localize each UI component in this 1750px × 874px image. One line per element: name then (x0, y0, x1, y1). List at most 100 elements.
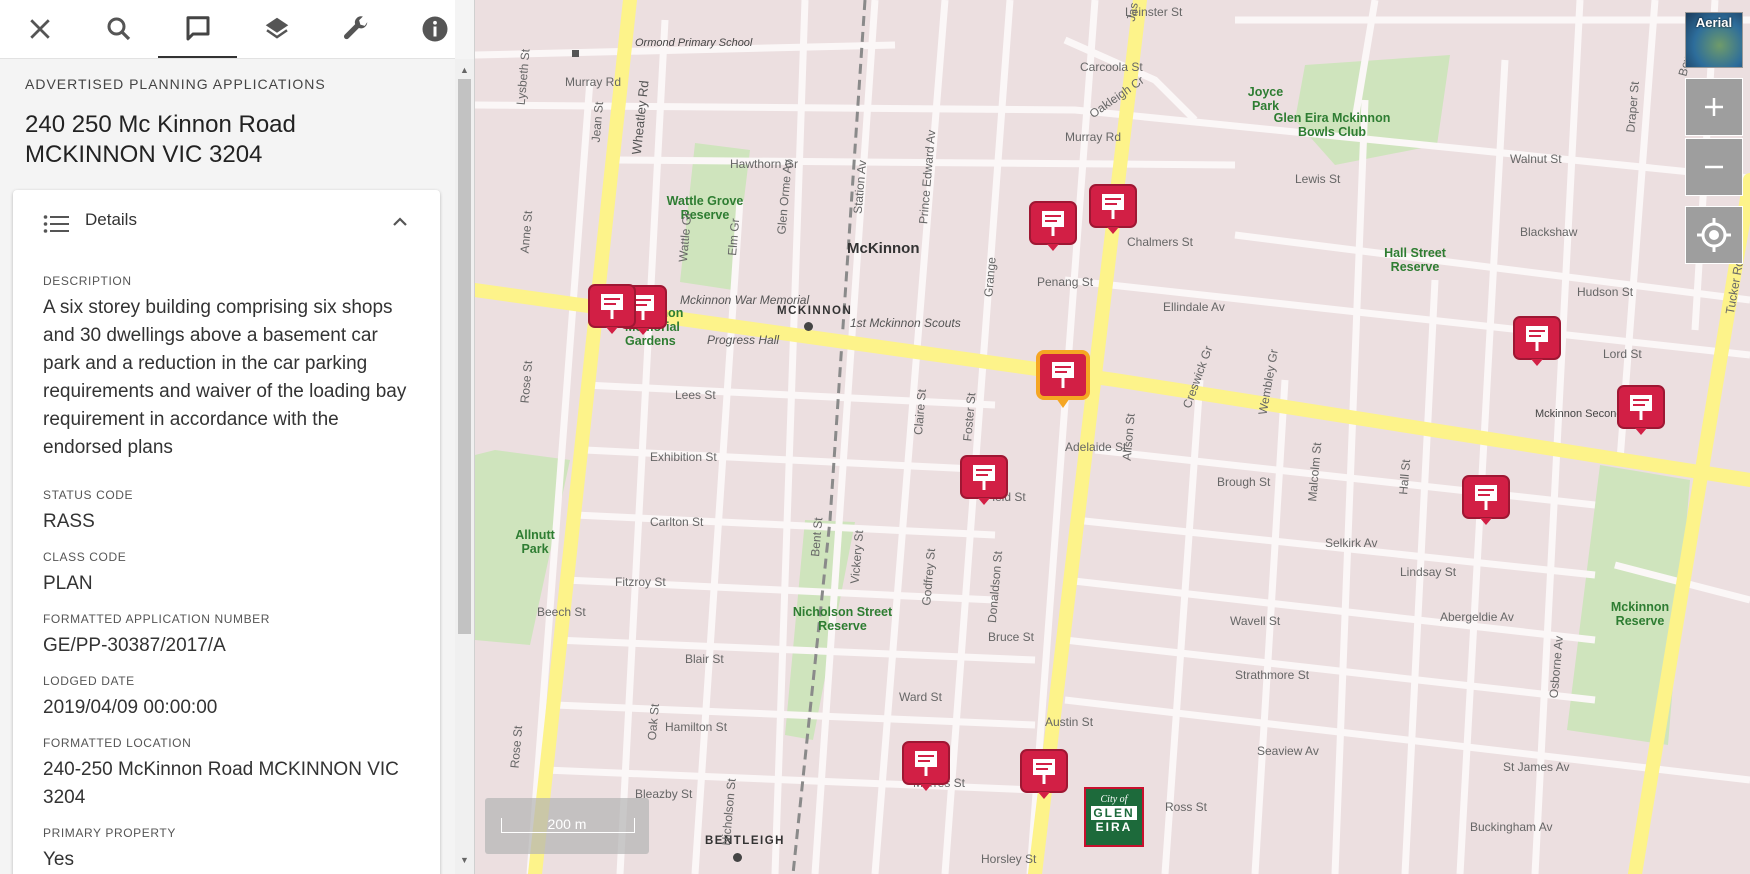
planning-marker-selected[interactable] (1035, 350, 1090, 408)
page-title: 240 250 Mc Kinnon Road MCKINNON VIC 3204 (25, 111, 296, 168)
field-lodged-date: LODGED DATE 2019/04/09 00:00:00 (43, 674, 413, 722)
chat-icon (186, 16, 209, 41)
street-label: Abergeldie Av (1440, 610, 1514, 624)
map-view[interactable]: Ormond Primary School McKinnon MCKINNON … (475, 0, 1750, 874)
scroll-down-arrow[interactable]: ▼ (460, 855, 469, 865)
scroll-thumb[interactable] (458, 79, 471, 634)
field-label: FORMATTED LOCATION (43, 736, 192, 750)
station-marker (733, 853, 742, 862)
street-label: Hudson St (1577, 285, 1634, 299)
street-label: Buckingham Av (1470, 820, 1553, 834)
field-formatted-location: FORMATTED LOCATION 240-250 McKinnon Road… (43, 736, 413, 812)
street-label: Lindsay St (1400, 565, 1457, 579)
station-label: BENTLEIGH (705, 835, 785, 847)
street-label: Adelaide St (1065, 440, 1127, 454)
street-label: Lees St (675, 388, 716, 402)
logo-line: City of (1100, 794, 1128, 805)
poi-label: Mckinnon War Memorial (680, 293, 810, 307)
suburb-label: McKinnon (847, 240, 920, 257)
poi-label: 1st Mckinnon Scouts (850, 316, 961, 330)
planning-marker[interactable] (958, 454, 1010, 510)
zoom-in-button[interactable] (1685, 78, 1743, 136)
signboard-icon (1036, 350, 1090, 408)
search-button[interactable] (79, 0, 158, 58)
layers-icon (265, 17, 288, 39)
street-label: Ellindale Av (1163, 300, 1225, 314)
logo-line: GLEN (1091, 806, 1137, 820)
planning-marker[interactable] (1018, 748, 1070, 804)
field-primary-property: PRIMARY PROPERTY Yes (43, 826, 413, 874)
tools-button[interactable] (316, 0, 395, 58)
street-label: Carcoola St (1080, 60, 1143, 74)
park-label: Mckinnon Reserve (1610, 600, 1670, 628)
details-header[interactable]: Details (13, 190, 440, 254)
field-label: LODGED DATE (43, 674, 135, 688)
field-label: PRIMARY PROPERTY (43, 826, 176, 840)
feature-info-tab[interactable] (158, 0, 237, 58)
planning-marker[interactable] (1027, 200, 1079, 256)
street-label: Austin St (1045, 715, 1094, 729)
street-label: Exhibition St (650, 450, 717, 464)
field-status-code: STATUS CODE RASS (43, 488, 413, 536)
park-label: Wattle Grove Reserve (666, 194, 744, 222)
street-label: Lord St (1603, 347, 1642, 361)
details-card: Details DESCRIPTION A six storey buildin… (13, 190, 440, 874)
planning-marker[interactable] (1615, 384, 1667, 440)
street-label: Selkirk Av (1325, 536, 1378, 550)
signboard-icon (1462, 475, 1510, 525)
panel-content[interactable]: ADVERTISED PLANNING APPLICATIONS 240 250… (0, 59, 455, 874)
street-label: Murray Rd (1065, 130, 1122, 144)
scale-bar: 200 m (485, 798, 649, 854)
park-label: Joyce Park (1247, 85, 1284, 113)
logo-line: EIRA (1095, 820, 1133, 834)
planning-marker[interactable] (586, 283, 638, 339)
field-label: STATUS CODE (43, 488, 134, 502)
street-label: Carlton St (650, 515, 704, 529)
locate-me-button[interactable] (1685, 206, 1743, 264)
street-label: Blackshaw (1520, 225, 1578, 239)
street-label: Beech St (537, 605, 586, 619)
panel-scrollbar[interactable]: ▲ ▼ (455, 59, 474, 874)
crosshair-icon (1697, 218, 1731, 252)
close-button[interactable] (0, 0, 79, 58)
signboard-icon (1029, 201, 1077, 251)
street-label: Hamilton St (665, 720, 728, 734)
aerial-basemap-toggle[interactable]: Aerial (1685, 12, 1743, 68)
signboard-icon (902, 741, 950, 791)
info-icon (422, 16, 447, 42)
park-label: Hall Street Reserve (1384, 246, 1446, 274)
park-label: Allnutt Park (515, 528, 555, 556)
field-label: CLASS CODE (43, 550, 127, 564)
street-label: Murray Rd (565, 75, 622, 89)
layers-button[interactable] (237, 0, 316, 58)
field-application-number: FORMATTED APPLICATION NUMBER GE/PP-30387… (43, 612, 413, 660)
signboard-icon (1089, 184, 1137, 234)
signboard-icon (1513, 316, 1561, 366)
field-description: DESCRIPTION A six storey building compri… (43, 274, 413, 462)
close-icon (29, 19, 50, 39)
signboard-icon (1617, 385, 1665, 435)
street-label: Strathmore St (1235, 668, 1310, 682)
street-label: Horsley St (981, 852, 1037, 866)
panel-toolbar (0, 0, 455, 59)
planning-marker[interactable] (900, 740, 952, 796)
plus-icon (1705, 98, 1723, 116)
about-button[interactable] (395, 0, 474, 58)
planning-marker[interactable] (1087, 183, 1139, 239)
school-label: Ormond Primary School (635, 37, 753, 49)
station-marker (804, 322, 813, 331)
list-icon (43, 215, 69, 233)
street-label: Lewis St (1295, 172, 1341, 186)
scroll-up-arrow[interactable]: ▲ (460, 65, 469, 75)
planning-marker[interactable] (1460, 474, 1512, 530)
planning-marker[interactable] (1511, 315, 1563, 371)
field-value: PLAN (43, 573, 93, 594)
school-marker (572, 50, 579, 57)
layer-name: ADVERTISED PLANNING APPLICATIONS (25, 76, 326, 92)
street-label: Brough St (1217, 475, 1271, 489)
zoom-out-button[interactable] (1685, 138, 1743, 196)
field-value: Yes (43, 849, 74, 870)
side-panel: ADVERTISED PLANNING APPLICATIONS 240 250… (0, 0, 475, 874)
chevron-up-icon[interactable] (390, 212, 410, 232)
street-label: Bruce St (988, 630, 1035, 644)
